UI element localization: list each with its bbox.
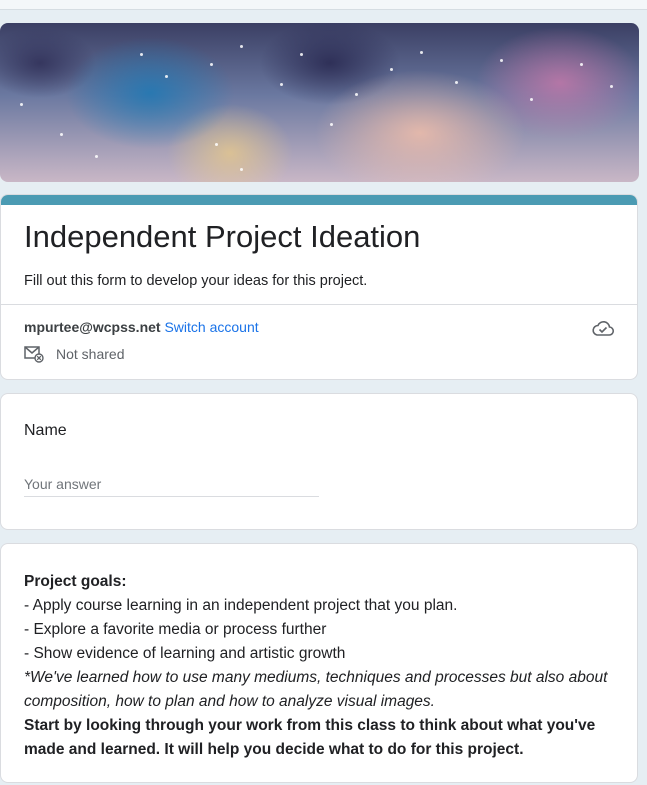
account-email: mpurtee@wcpss.net bbox=[24, 319, 161, 335]
project-goals-text: Project goals: - Apply course learning i… bbox=[24, 570, 621, 762]
name-answer-input[interactable] bbox=[24, 472, 319, 497]
cloud-check-icon bbox=[592, 321, 615, 336]
header-banner-image bbox=[0, 23, 639, 182]
goal-item: - Show evidence of learning and artistic… bbox=[24, 645, 346, 662]
top-bar bbox=[0, 0, 647, 10]
goal-item: - Explore a favorite media or process fu… bbox=[24, 621, 327, 638]
accent-bar bbox=[1, 195, 637, 205]
project-goals-card: Project goals: - Apply course learning i… bbox=[0, 543, 638, 783]
form-title: Independent Project Ideation bbox=[24, 219, 421, 254]
form-header-card: Independent Project Ideation Fill out th… bbox=[0, 194, 638, 380]
question-name-card: Name bbox=[0, 393, 638, 530]
question-label: Name bbox=[24, 422, 67, 439]
goals-closing: Start by looking through your work from … bbox=[24, 717, 596, 758]
account-row: mpurtee@wcpss.net Switch account bbox=[24, 319, 259, 335]
goal-item: - Apply course learning in an independen… bbox=[24, 597, 458, 614]
shared-status-text: Not shared bbox=[56, 346, 125, 362]
divider bbox=[1, 304, 637, 305]
form-description: Fill out this form to develop your ideas… bbox=[24, 273, 368, 289]
goals-heading: Project goals: bbox=[24, 573, 127, 590]
goals-note: *We've learned how to use many mediums, … bbox=[24, 669, 608, 710]
sharing-status: Not shared bbox=[24, 345, 124, 363]
switch-account-link[interactable]: Switch account bbox=[164, 319, 258, 335]
mail-not-shared-icon bbox=[24, 346, 44, 363]
